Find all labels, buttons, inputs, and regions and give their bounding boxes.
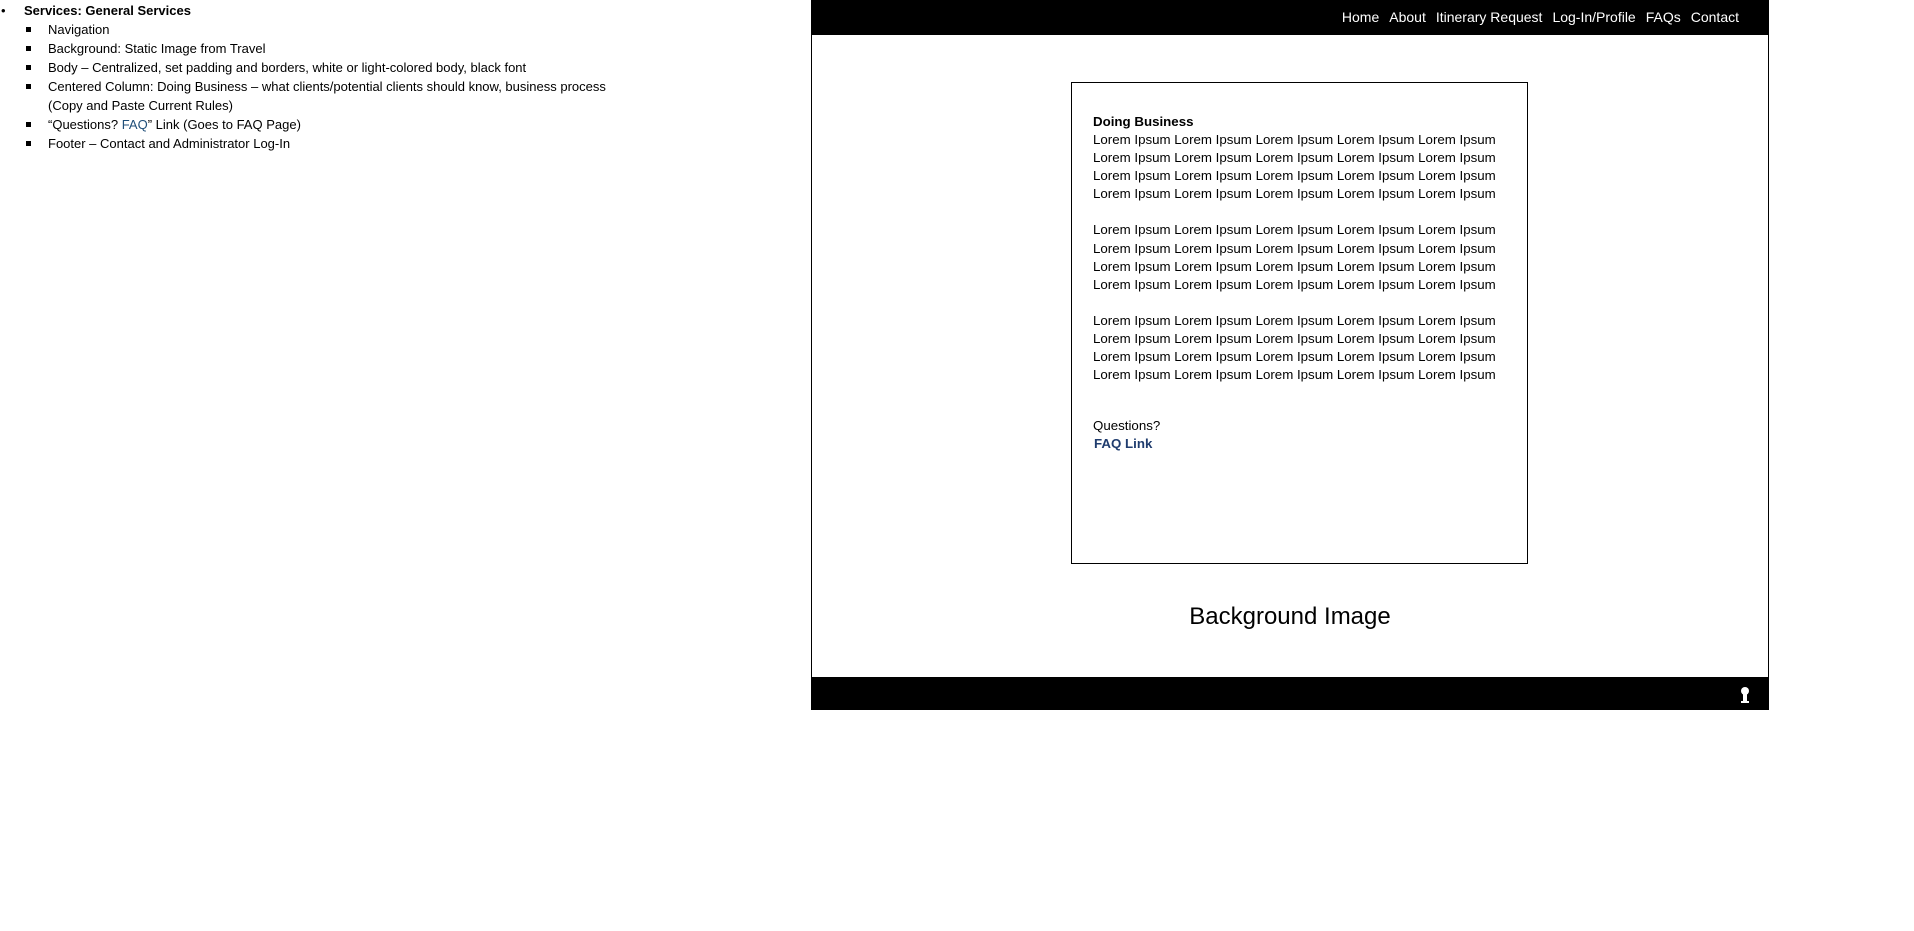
nav-login-profile[interactable]: Log-In/Profile [1552,9,1635,25]
notes-faq-link[interactable]: FAQ [122,117,148,132]
content-paragraph: Lorem Ipsum Lorem Ipsum Lorem Ipsum Lore… [1093,222,1496,292]
square-bullet-icon [26,141,31,146]
nav-links: Home About Itinerary Request Log-In/Prof… [1342,9,1739,25]
content-paragraph: Lorem Ipsum Lorem Ipsum Lorem Ipsum Lore… [1093,132,1496,202]
content-paragraph: Lorem Ipsum Lorem Ipsum Lorem Ipsum Lore… [1093,312,1496,383]
nav-contact[interactable]: Contact [1691,9,1739,25]
square-bullet-icon [26,46,31,51]
top-navigation-bar: Home About Itinerary Request Log-In/Prof… [812,0,1768,35]
nav-faqs[interactable]: FAQs [1646,9,1681,25]
notes-title: Services: General Services [24,3,191,18]
nav-home[interactable]: Home [1342,9,1379,25]
content-heading: Doing Business [1093,114,1194,129]
notes-item: Body – Centralized, set padding and bord… [0,58,640,77]
square-bullet-icon [26,65,31,70]
nav-about[interactable]: About [1389,9,1426,25]
notes-list: Navigation Background: Static Image from… [0,20,640,153]
page-mockup: Home About Itinerary Request Log-In/Prof… [811,0,1769,710]
footer-bar [812,677,1768,710]
notes-item: Footer – Contact and Administrator Log-I… [0,134,640,153]
bullet-icon: • [1,3,6,18]
centered-content-column: Doing Business Lorem Ipsum Lorem Ipsum L… [1071,82,1528,564]
notes-item: Centered Column: Doing Business – what c… [0,77,640,115]
notes-item: Background: Static Image from Travel [0,39,640,58]
notes-item: Navigation [0,20,640,39]
faq-link[interactable]: FAQ Link [1093,435,1152,453]
nav-itinerary-request[interactable]: Itinerary Request [1436,9,1543,25]
notes-title-item: • Services: General Services [0,1,640,20]
square-bullet-icon [26,122,31,127]
background-image-label: Background Image [1189,603,1391,630]
outline-notes: • Services: General Services Navigation … [0,0,640,153]
questions-label: Questions? [1093,418,1161,434]
square-bullet-icon [26,27,31,32]
notes-item-faq: “Questions? FAQ” Link (Goes to FAQ Page) [0,115,640,134]
square-bullet-icon [26,84,31,89]
keyhole-icon[interactable] [1740,686,1750,704]
